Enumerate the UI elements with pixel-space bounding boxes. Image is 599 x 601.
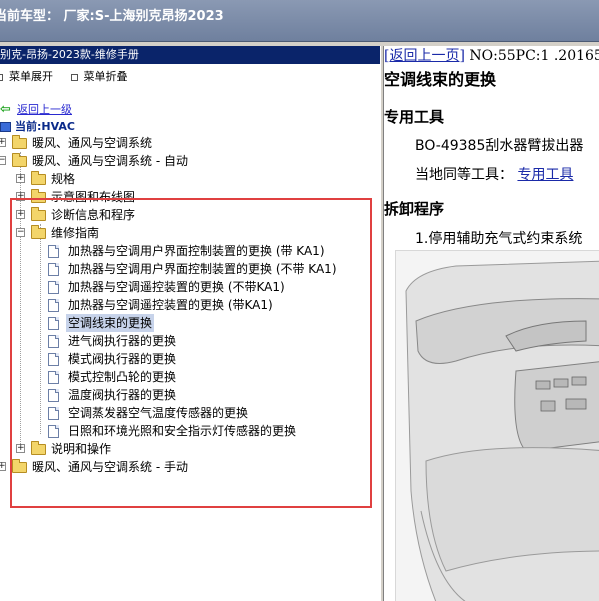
tree-item-label: 加热器与空调用户界面控制装置的更换 (不带 KA1) [68,262,337,276]
folder-icon [31,207,46,221]
tree-item-label: 模式控制凸轮的更换 [68,370,177,384]
tree-leaf[interactable]: 模式控制凸轮的更换 [0,368,380,386]
tree-leaf[interactable]: 日照和环境光照和安全指示灯传感器的更换 [0,422,380,440]
tree-item-specs[interactable]: + 规格 [0,170,380,188]
tree-leaf[interactable]: 加热器与空调遥控装置的更换 (带KA1) [0,296,380,314]
expand-toggle-icon[interactable]: + [16,192,25,201]
door-panel-drawing [396,251,599,601]
expand-label: 菜单展开 [9,70,53,83]
local-equivalent-line: 当地同等工具： 专用工具 [415,164,573,184]
tree-leaf[interactable]: 加热器与空调遥控装置的更换 (不带KA1) [0,278,380,296]
tree-item-label: 进气阀执行器的更换 [68,334,177,348]
tool-item: BO-49385刮水器臂拔出器 [415,138,584,154]
collapse-label: 菜单折叠 [83,70,128,83]
tree-item-diagrams[interactable]: + 示意图和布线图 [0,188,380,206]
expand-toggle-icon[interactable]: + [0,462,6,471]
expand-toggle-icon[interactable]: + [16,174,25,183]
tree-item-description[interactable]: + 说明和操作 [0,440,380,458]
tree-leaf[interactable]: 进气阀执行器的更换 [0,332,380,350]
tree-item-label: 加热器与空调用户界面控制装置的更换 (带 KA1) [68,244,325,258]
document-icon [48,425,59,438]
tree-item-label: 日照和环境光照和安全指示灯传感器的更换 [68,424,297,438]
document-icon [48,299,59,312]
tree-item-hvac-manual[interactable]: + 暖风、通风与空调系统 - 手动 [0,458,380,476]
tree-item-hvac[interactable]: + 暖风、通风与空调系统 [0,134,380,152]
collapse-toggle-icon[interactable]: − [16,228,25,237]
folder-open-icon [12,153,27,167]
tree-item-label: 空调线束的更换 [66,314,155,332]
special-tools-heading: 专用工具 [384,108,445,126]
tree-item-hvac-auto[interactable]: − 暖风、通风与空调系统 - 自动 [0,152,380,170]
door-panel-illustration [395,250,599,601]
document-icon [48,263,59,276]
folder-open-icon [31,225,46,239]
document-icon [48,317,59,330]
tree-item-label: 暖风、通风与空调系统 [32,136,153,150]
title-bar: 当前车型： 厂家:S-上海别克昂扬2023 [0,0,599,42]
tree-leaf-selected[interactable]: 空调线束的更换 [0,314,380,332]
tree-item-label: 模式阀执行器的更换 [68,352,177,366]
tree-item-label: 示意图和布线图 [51,190,136,204]
collapse-toggle-icon[interactable]: − [0,156,6,165]
navigation-tree: + 暖风、通风与空调系统 − 暖风、通风与空调系统 - 自动 + 规格 + 示意… [0,134,380,476]
current-location: 当前:HVAC [0,118,75,134]
removal-heading: 拆卸程序 [384,200,445,218]
tree-item-label: 暖风、通风与空调系统 - 自动 [32,154,188,168]
expand-menu-button[interactable]: 菜单展开 [0,68,53,84]
back-up-link-text[interactable]: 返回上一级 [17,103,72,116]
folder-icon [31,171,46,185]
document-icon [48,353,59,366]
menu-bar: 菜单展开 菜单折叠 [0,68,142,84]
expand-toggle-icon[interactable]: + [16,444,25,453]
tree-item-label: 诊断信息和程序 [51,208,136,222]
tree-item-label: 维修指南 [51,226,100,240]
collapse-icon [70,73,78,81]
tree-leaf[interactable]: 加热器与空调用户界面控制装置的更换 (不带 KA1) [0,260,380,278]
document-icon [48,407,59,420]
manual-header: 别克-昂扬-2023款-维修手册 [0,46,380,64]
expand-toggle-icon[interactable]: + [16,210,25,219]
doc-number: NO:55PC:1 .20165 [469,48,599,64]
tree-item-label: 暖风、通风与空调系统 - 手动 [32,460,188,474]
vehicle-title: 当前车型： 厂家:S-上海别克昂扬2023 [0,9,224,24]
navigation-panel: 别克-昂扬-2023款-维修手册 菜单展开 菜单折叠 ⇦ 返回上一级 当前:HVA… [0,46,380,601]
expand-icon [0,73,3,81]
content-panel: [返回上一页] NO:55PC:1 .20165 空调线束的更换 专用工具 BO… [384,46,599,601]
tree-leaf[interactable]: 温度阀执行器的更换 [0,386,380,404]
special-tools-link[interactable]: 专用工具 [517,167,573,183]
back-arrow-icon: ⇦ [0,102,11,117]
folder-icon [31,189,46,203]
computer-icon [0,122,11,132]
tree-leaf[interactable]: 空调蒸发器空气温度传感器的更换 [0,404,380,422]
expand-toggle-icon[interactable]: + [0,138,6,147]
tree-item-label: 规格 [51,172,76,186]
tree-item-label: 说明和操作 [51,442,112,456]
tree-leaf[interactable]: 加热器与空调用户界面控制装置的更换 (带 KA1) [0,242,380,260]
tree-item-repair[interactable]: − 维修指南 [0,224,380,242]
document-icon [48,389,59,402]
page-title: 空调线束的更换 [384,70,497,89]
document-icon [48,281,59,294]
tree-item-label: 加热器与空调遥控装置的更换 (不带KA1) [68,280,285,294]
tree-item-label: 温度阀执行器的更换 [68,388,177,402]
document-icon [48,335,59,348]
document-icon [48,245,59,258]
current-label: 当前:HVAC [15,120,75,133]
tree-item-label: 加热器与空调遥控装置的更换 (带KA1) [68,298,273,312]
tree-leaf[interactable]: 模式阀执行器的更换 [0,350,380,368]
tree-item-diagnostics[interactable]: + 诊断信息和程序 [0,206,380,224]
folder-icon [12,135,27,149]
back-up-link[interactable]: ⇦ 返回上一级 [0,101,72,117]
back-page-link[interactable]: 返回上一页 [389,48,459,64]
collapse-menu-button[interactable]: 菜单折叠 [70,68,128,84]
document-icon [48,371,59,384]
folder-icon [12,459,27,473]
folder-icon [31,441,46,455]
content-nav: [返回上一页] NO:55PC:1 .20165 [384,46,599,65]
local-equivalent-label: 当地同等工具： [415,167,513,183]
step-text: 1.停用辅助充气式约束系统 [415,231,583,247]
tree-item-label: 空调蒸发器空气温度传感器的更换 [68,406,249,420]
